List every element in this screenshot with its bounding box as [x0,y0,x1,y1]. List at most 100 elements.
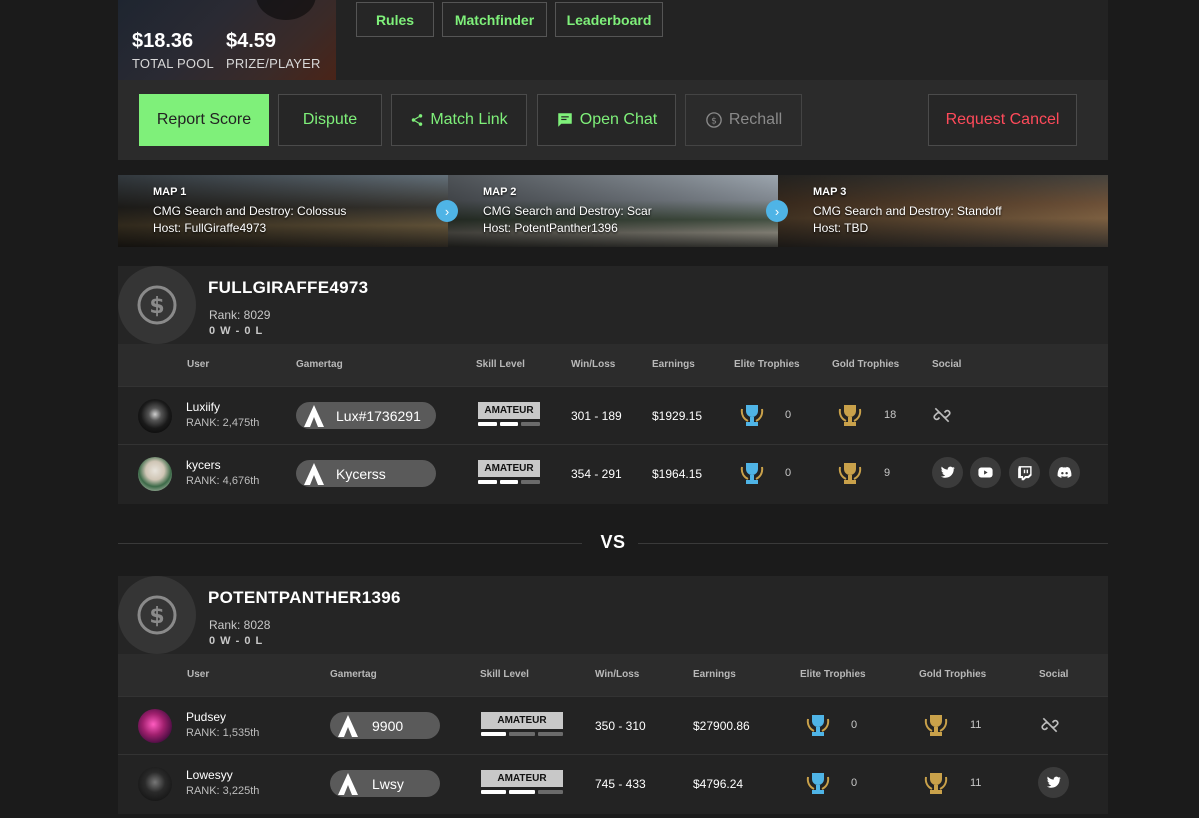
match-link-button[interactable]: Match Link [391,94,527,146]
map-name: CMG Search and Destroy: Standoff [813,204,1002,218]
win-loss: 745 - 433 [595,777,646,791]
player-username[interactable]: Luxiify [186,400,220,414]
leaderboard-button[interactable]: Leaderboard [555,2,663,37]
col-gold-trophies: Gold Trophies [919,669,987,680]
avatar[interactable] [138,399,172,433]
total-pool-label: TOTAL POOL [132,56,214,71]
versus-divider: VS [118,532,1108,556]
skill-badge: AMATEUR [478,402,541,426]
gamertag-pill[interactable]: Kycerss [296,460,436,487]
gamertag-text: Kycerss [336,465,386,482]
gold-trophy-icon [838,463,862,484]
svg-text:$: $ [149,294,164,319]
player-username[interactable]: kycers [186,458,221,472]
map-card-2[interactable]: MAP 2 CMG Search and Destroy: Scar Host:… [448,175,778,247]
earnings: $4796.24 [693,777,744,791]
gamertag-text: 9900 [372,717,404,734]
map-label: MAP 2 [483,186,517,198]
dispute-button[interactable]: Dispute [278,94,382,146]
gamertag-pill[interactable]: Lwsy [330,770,440,797]
twitch-icon[interactable] [1009,457,1040,488]
elite-trophy-count: 0 [785,467,792,479]
open-chat-label: Open Chat [579,111,658,128]
col-gamertag: Gamertag [296,359,343,370]
matchfinder-button[interactable]: Matchfinder [442,2,547,37]
rules-button[interactable]: Rules [356,2,434,37]
elite-trophy-icon [806,715,830,736]
elite-trophy-count: 0 [851,719,858,731]
player-username[interactable]: Pudsey [186,710,226,724]
twitter-icon[interactable] [932,457,963,488]
earnings: $27900.86 [693,719,750,733]
col-social: Social [1039,669,1069,680]
skill-label: AMATEUR [478,460,540,477]
twitter-icon[interactable] [1038,767,1069,798]
avatar[interactable] [138,767,172,801]
col-earnings: Earnings [693,669,736,680]
avatar[interactable] [138,457,172,491]
table-row: Pudsey RANK: 1,535th 9900 AMATEUR 350 - … [118,696,1108,754]
svg-text:$: $ [149,604,164,629]
activision-icon [304,405,324,427]
team-logo: $ [118,266,196,344]
rechall-button[interactable]: $ Rechall [685,94,802,146]
skill-label: AMATEUR [481,712,563,729]
player-username[interactable]: Lowesyy [186,768,233,782]
prize-pool-card: $18.36 TOTAL POOL $4.59 PRIZE/PLAYER [118,0,336,80]
skill-badge: AMATEUR [481,770,563,794]
dollar-coin-icon: $ [706,112,722,128]
gamertag-pill[interactable]: Lux#1736291 [296,402,436,429]
elite-trophy-icon [740,405,764,426]
skill-meter [481,732,563,736]
team-name[interactable]: FULLGIRAFFE4973 [208,278,368,298]
map-card-1[interactable]: MAP 1 CMG Search and Destroy: Colossus H… [118,175,448,247]
skill-meter [481,790,563,794]
map-name: CMG Search and Destroy: Scar [483,204,652,218]
gold-trophy-icon [924,773,948,794]
player-rank: RANK: 2,475th [186,417,260,429]
total-pool-value: $18.36 [132,30,194,52]
map-next-arrow-icon: › [766,200,788,222]
share-icon [412,114,423,126]
match-action-bar: Report Score Dispute Match Link Open Cha… [118,80,1108,160]
col-skill-level: Skill Level [476,359,525,370]
skill-meter [478,422,541,426]
win-loss: 350 - 310 [595,719,646,733]
gold-trophy-count: 11 [970,777,982,789]
elite-trophy-icon [806,773,830,794]
map-label: MAP 3 [813,186,847,198]
game-art-shadow [256,0,316,20]
dollar-coin-icon: $ [137,285,177,325]
prize-per-player-value: $4.59 [226,30,277,52]
request-cancel-label: Request Cancel [945,111,1060,128]
prize-per-player-label: PRIZE/PLAYER [226,56,321,71]
roster-table-header: User Gamertag Skill Level Win/Loss Earni… [118,344,1108,386]
map-card-3[interactable]: MAP 3 CMG Search and Destroy: Standoff H… [778,175,1108,247]
team-rank: Rank: 8029 [209,308,271,322]
gold-trophy-count: 11 [970,719,982,731]
unlinked-icon [933,407,951,423]
report-score-button[interactable]: Report Score [139,94,269,146]
gamertag-pill[interactable]: 9900 [330,712,440,739]
col-elite-trophies: Elite Trophies [734,359,800,370]
avatar[interactable] [138,709,172,743]
team-logo: $ [118,576,196,654]
player-rank: RANK: 4,676th [186,475,260,487]
match-link-label: Match Link [430,111,508,128]
elite-trophy-count: 0 [851,777,858,789]
elite-trophy-icon [740,463,764,484]
dollar-coin-icon: $ [137,595,177,635]
open-chat-button[interactable]: Open Chat [537,94,676,146]
team-name[interactable]: POTENTPANTHER1396 [208,588,401,608]
request-cancel-button[interactable]: Request Cancel [928,94,1077,146]
team-header: $ FULLGIRAFFE4973 Rank: 8029 0 W - 0 L [118,266,1108,344]
col-social: Social [932,359,962,370]
win-loss: 354 - 291 [571,467,622,481]
elite-trophy-count: 0 [785,409,792,421]
youtube-icon[interactable] [970,457,1001,488]
player-rank: RANK: 1,535th [186,727,260,739]
win-loss: 301 - 189 [571,409,622,423]
discord-icon[interactable] [1049,457,1080,488]
map-host: Host: TBD [813,221,869,235]
chat-icon [558,113,572,127]
